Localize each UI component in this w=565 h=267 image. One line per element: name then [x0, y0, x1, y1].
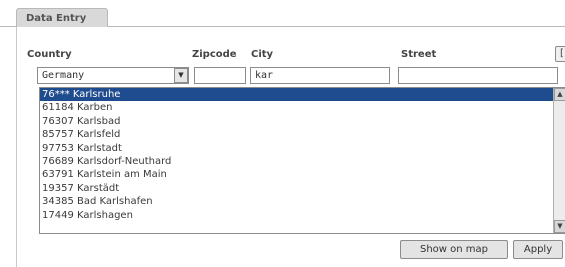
city-suggestion-list[interactable]: 76*** Karlsruhe 61184 Karben 76307 Karls… [39, 87, 565, 234]
street-label: Street [401, 49, 437, 60]
apply-button[interactable]: Apply [513, 240, 563, 259]
city-label: City [251, 49, 274, 60]
scroll-up-icon[interactable]: ▲ [554, 88, 565, 101]
city-field[interactable]: kar [250, 67, 390, 84]
list-scrollbar[interactable]: ▲ ▼ [553, 88, 565, 233]
tab-data-entry[interactable]: Data Entry [16, 8, 108, 28]
show-on-map-button[interactable]: Show on map [400, 240, 508, 259]
list-item[interactable]: 97753 Karlstadt [40, 142, 565, 155]
country-label: Country [27, 49, 72, 60]
list-item[interactable]: 17449 Karlshagen [40, 209, 565, 222]
list-item[interactable]: 34385 Bad Karlshafen [40, 195, 565, 208]
list-item[interactable]: 85757 Karlsfeld [40, 128, 565, 141]
zipcode-label: Zipcode [192, 49, 237, 60]
list-item[interactable]: 19357 Karstädt [40, 182, 565, 195]
chevron-down-icon[interactable]: ▼ [174, 68, 188, 83]
list-item[interactable]: 76*** Karlsruhe [40, 88, 553, 102]
scroll-down-icon[interactable]: ▼ [554, 220, 565, 233]
list-item[interactable]: 76307 Karlsbad [40, 115, 565, 128]
street-field[interactable] [398, 67, 558, 84]
list-item[interactable]: 61184 Karben [40, 101, 565, 114]
tab-strip: Data Entry [0, 0, 565, 28]
country-select[interactable]: Germany [37, 67, 189, 84]
list-item[interactable]: 76689 Karlsdorf-Neuthard [40, 155, 565, 168]
cut-off-button[interactable]: [ [555, 46, 565, 62]
data-entry-panel: Country Zipcode City Street [ Germany ▼ … [16, 27, 565, 267]
zipcode-field[interactable] [194, 67, 246, 84]
list-item[interactable]: 63791 Karlstein am Main [40, 168, 565, 181]
